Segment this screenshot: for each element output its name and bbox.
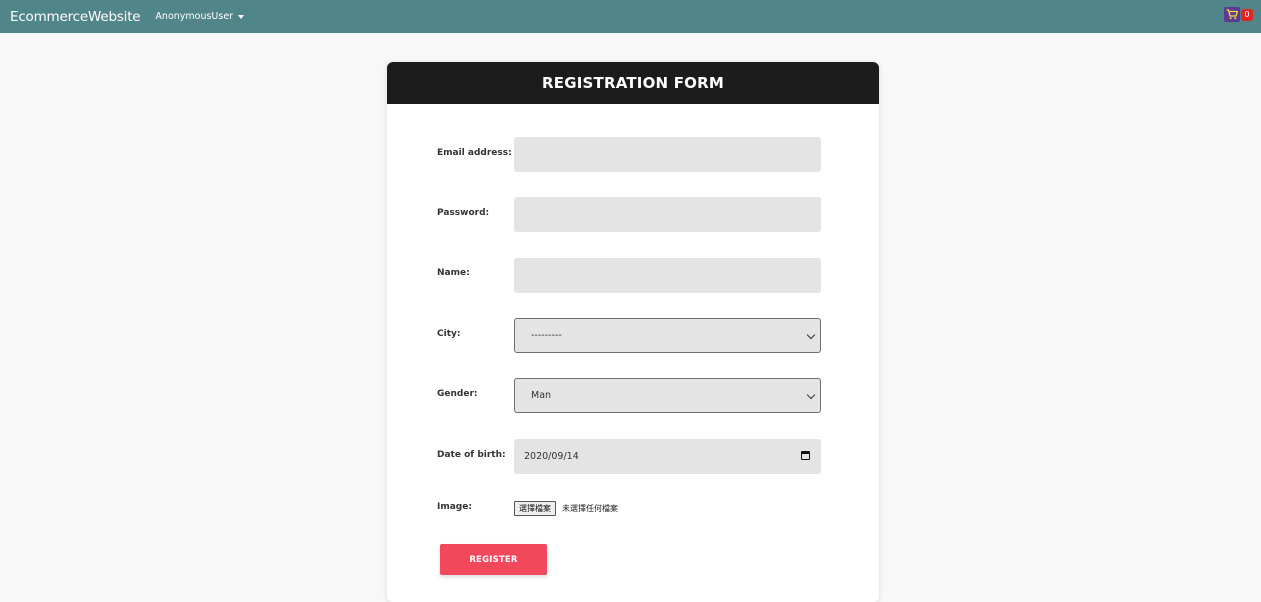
password-label: Password: (437, 208, 490, 218)
gender-select[interactable]: Man (514, 378, 821, 413)
user-dropdown-label: AnonymousUser (155, 11, 234, 22)
caret-down-icon (238, 14, 245, 19)
email-field[interactable] (514, 137, 821, 172)
name-field[interactable] (514, 258, 821, 293)
file-status-text: 未選擇任何檔案 (562, 504, 618, 513)
city-select[interactable]: --------- (514, 318, 821, 353)
registration-card: REGISTRATION FORM Email address: Passwor… (387, 62, 879, 602)
cart-button[interactable]: 0 (1224, 7, 1253, 22)
calendar-icon[interactable] (801, 451, 810, 460)
brand-link[interactable]: EcommerceWebsite (10, 9, 141, 25)
dob-value: 2020/09/14 (524, 451, 579, 462)
choose-file-button[interactable]: 選擇檔案 (514, 501, 556, 516)
dob-label: Date of birth: (437, 450, 506, 460)
password-field[interactable] (514, 197, 821, 232)
chevron-down-icon (806, 390, 816, 400)
city-selected-value: --------- (531, 330, 562, 341)
cart-count-badge: 0 (1241, 8, 1253, 21)
navbar: EcommerceWebsite AnonymousUser 0 (0, 0, 1261, 33)
gender-label: Gender: (437, 389, 478, 399)
gender-selected-value: Man (531, 390, 552, 401)
image-label: Image: (437, 502, 472, 512)
user-dropdown[interactable]: AnonymousUser (155, 11, 245, 22)
city-label: City: (437, 329, 461, 339)
name-label: Name: (437, 268, 470, 278)
shopping-cart-icon (1224, 7, 1240, 22)
register-button[interactable]: REGISTER (440, 544, 547, 575)
form-title: REGISTRATION FORM (387, 62, 879, 104)
dob-field[interactable]: 2020/09/14 (514, 439, 821, 474)
email-label: Email address: (437, 148, 512, 158)
chevron-down-icon (806, 330, 816, 340)
